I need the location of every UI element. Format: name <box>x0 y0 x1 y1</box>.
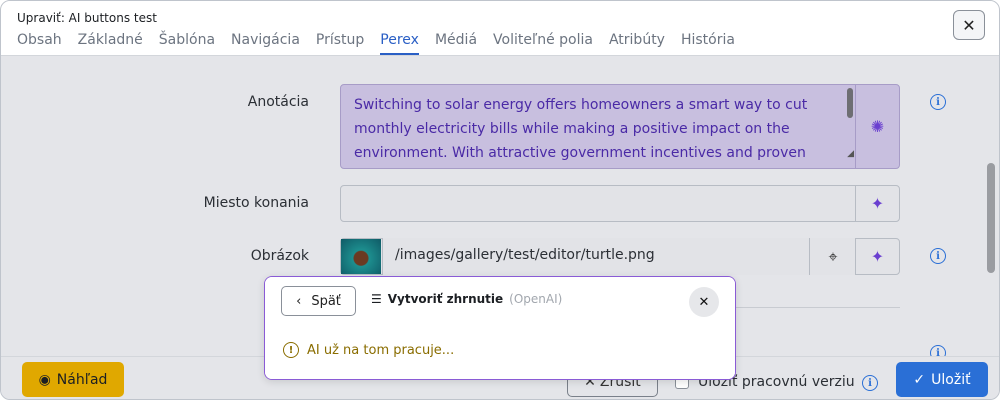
obrazok-path-input[interactable]: /images/gallery/test/editor/turtle.png <box>382 238 811 275</box>
textarea-scrollbar[interactable] <box>847 88 853 118</box>
close-icon: ✕ <box>698 294 710 310</box>
list-icon: ☰ <box>371 292 382 306</box>
tab-bar: Obsah Základné Šablóna Navigácia Prístup… <box>17 32 735 55</box>
sparkles-icon: ✦ <box>870 247 885 266</box>
dialog-header: Upraviť: AI buttons test Obsah Základné … <box>1 1 999 56</box>
save-button[interactable]: ✓ Uložiť <box>896 362 988 397</box>
turtle-thumbnail[interactable] <box>341 239 381 274</box>
tab-navigacia[interactable]: Navigácia <box>231 32 300 54</box>
popup-close-button[interactable]: ✕ <box>689 287 719 317</box>
tab-historia[interactable]: História <box>681 32 735 54</box>
anotacia-label: Anotácia <box>247 94 309 110</box>
crosshair-icon: ⌖ <box>828 246 838 266</box>
tab-pristup[interactable]: Prístup <box>316 32 364 54</box>
tab-perex[interactable]: Perex <box>380 32 419 55</box>
tab-atributy[interactable]: Atribúty <box>609 32 665 54</box>
info-icon[interactable]: i <box>862 375 878 391</box>
obrazok-label: Obrázok <box>250 248 309 264</box>
miesto-input[interactable] <box>340 185 857 222</box>
popup-title: ☰ Vytvoriť zhrnutie (OpenAI) <box>371 292 562 306</box>
close-button[interactable]: ✕ <box>953 10 985 40</box>
anotacia-text: Switching to solar energy offers homeown… <box>354 97 808 161</box>
select-image-button[interactable]: ⌖ <box>809 238 856 275</box>
check-icon: ✓ <box>913 371 926 388</box>
popup-body: ! AI už na tom pracuje... <box>265 323 735 379</box>
content-scrollbar[interactable] <box>987 163 995 273</box>
warning-icon: ! <box>283 342 299 358</box>
ai-loading-button[interactable]: ✺ <box>855 84 900 169</box>
popup-provider: (OpenAI) <box>509 292 563 306</box>
dialog-title: Upraviť: AI buttons test <box>17 11 157 25</box>
preview-button[interactable]: ◉ Náhľad <box>22 362 124 397</box>
tab-media[interactable]: Médiá <box>435 32 477 54</box>
anotacia-textarea[interactable]: Switching to solar energy offers homeown… <box>340 84 857 169</box>
save-label: Uložiť <box>931 371 971 388</box>
miesto-label: Miesto konania <box>203 195 309 211</box>
close-icon: ✕ <box>962 15 976 35</box>
back-button[interactable]: ‹ Späť <box>281 286 356 316</box>
spinner-icon: ✺ <box>870 117 885 136</box>
popup-title-text: Vytvoriť zhrnutie <box>387 292 504 306</box>
tab-volitelne-polia[interactable]: Voliteľné polia <box>493 32 593 54</box>
resize-handle-icon[interactable]: ◢ <box>847 142 854 166</box>
status-text: AI už na tom pracuje... <box>307 342 455 358</box>
sparkles-icon: ✦ <box>870 194 885 213</box>
tab-sablona[interactable]: Šablóna <box>159 32 215 54</box>
ai-image-button[interactable]: ✦ <box>855 238 900 275</box>
ai-summary-popup: ‹ Späť ☰ Vytvoriť zhrnutie (OpenAI) ✕ ! … <box>264 276 736 380</box>
chevron-left-icon: ‹ <box>296 293 302 309</box>
tab-obsah[interactable]: Obsah <box>17 32 62 54</box>
info-icon[interactable]: i <box>930 248 946 264</box>
back-label: Späť <box>311 293 341 309</box>
popup-header: ‹ Späť ☰ Vytvoriť zhrnutie (OpenAI) ✕ <box>265 277 735 323</box>
info-icon[interactable]: i <box>930 94 946 110</box>
preview-label: Náhľad <box>56 371 108 388</box>
tab-zakladne[interactable]: Základné <box>78 32 143 54</box>
status-message: ! AI už na tom pracuje... <box>283 342 454 358</box>
ai-generate-button[interactable]: ✦ <box>855 185 900 222</box>
eye-icon: ◉ <box>38 371 51 388</box>
